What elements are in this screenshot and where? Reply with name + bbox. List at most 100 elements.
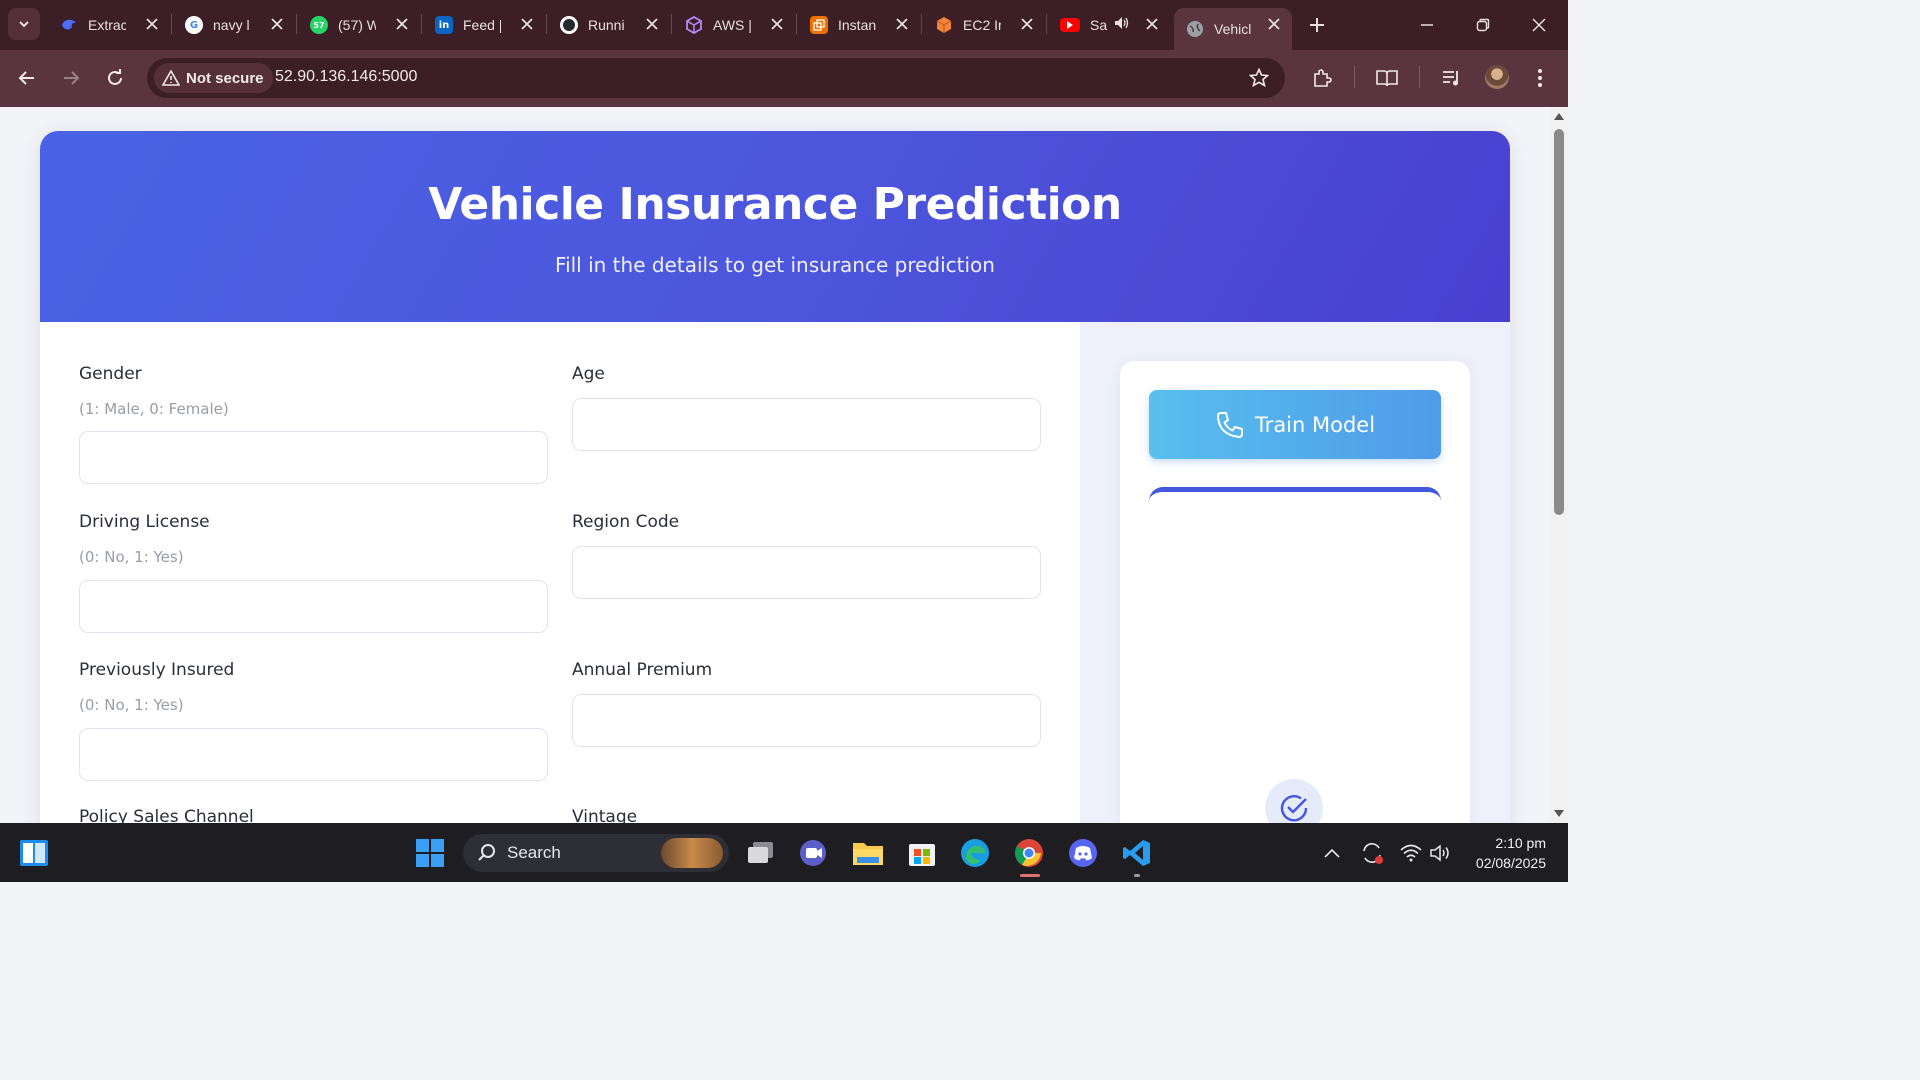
train-model-button[interactable]: Train Model xyxy=(1149,390,1441,459)
scroll-up-icon[interactable] xyxy=(1554,112,1564,120)
widgets-icon xyxy=(20,840,48,866)
warning-icon xyxy=(162,70,180,86)
ec2-box-icon xyxy=(935,16,953,34)
close-icon[interactable] xyxy=(1019,16,1035,32)
security-indicator[interactable]: Not secure xyxy=(154,63,273,93)
browser-tab-active[interactable]: Vehicl xyxy=(1174,8,1292,50)
task-view-button[interactable] xyxy=(743,835,779,871)
volume-button[interactable] xyxy=(1423,835,1459,871)
close-icon[interactable] xyxy=(894,16,910,32)
sync-icon xyxy=(1363,843,1383,864)
close-icon[interactable] xyxy=(1144,16,1160,32)
widgets-button[interactable] xyxy=(16,835,52,871)
gender-label: Gender xyxy=(79,364,142,384)
chrome-button[interactable] xyxy=(1011,835,1047,871)
vscode-open-indicator xyxy=(1134,874,1140,877)
book-icon xyxy=(1376,70,1398,87)
reading-mode-button[interactable] xyxy=(1371,62,1403,94)
chrome-icon xyxy=(1015,839,1043,867)
start-button[interactable] xyxy=(412,835,448,871)
discord-button[interactable] xyxy=(1065,835,1101,871)
sync-status-button[interactable] xyxy=(1354,835,1390,871)
age-input[interactable] xyxy=(572,398,1041,451)
minimize-button[interactable] xyxy=(1407,10,1447,40)
result-panel: Train Model xyxy=(1120,361,1470,823)
url-text[interactable]: 52.90.136.146:5000 xyxy=(275,68,417,86)
tab-title: Instan xyxy=(838,17,876,33)
phone-icon xyxy=(1216,411,1243,438)
browser-tab[interactable]: G navy l xyxy=(173,8,295,42)
gender-input[interactable] xyxy=(79,431,548,484)
driving-license-input[interactable] xyxy=(79,580,548,633)
file-explorer-button[interactable] xyxy=(850,835,886,871)
close-icon[interactable] xyxy=(394,16,410,32)
tab-title: Extrac xyxy=(88,17,126,33)
arrow-left-icon xyxy=(18,71,34,85)
vscode-button[interactable] xyxy=(1119,835,1155,871)
chevron-up-icon xyxy=(1324,848,1340,858)
close-icon[interactable] xyxy=(144,16,160,32)
clock-date: 02/08/2025 xyxy=(1475,855,1546,871)
tab-separator xyxy=(796,14,797,34)
forward-button[interactable] xyxy=(55,62,87,94)
gender-hint: (1: Male, 0: Female) xyxy=(79,400,229,418)
playlist-music-icon xyxy=(1443,71,1458,86)
teams-button[interactable] xyxy=(796,835,832,871)
profile-avatar[interactable] xyxy=(1485,65,1509,89)
browser-tab-bar: Extrac G navy l 57 (57) W in Feed | Runn… xyxy=(0,0,1568,50)
browser-tab[interactable]: Sa xyxy=(1048,8,1170,42)
close-icon[interactable] xyxy=(769,16,785,32)
tab-separator xyxy=(671,14,672,34)
system-clock[interactable]: 2:10 pm 02/08/2025 xyxy=(1476,833,1546,873)
browser-tab[interactable]: Instan xyxy=(798,8,920,42)
browser-tab[interactable]: in Feed | xyxy=(423,8,545,42)
browser-tab[interactable]: EC2 Ir xyxy=(923,8,1045,42)
browser-tab[interactable]: Extrac xyxy=(48,8,170,42)
tab-title: Sa xyxy=(1090,17,1108,33)
browser-tab[interactable]: 57 (57) W xyxy=(298,8,420,42)
deepseek-icon xyxy=(60,16,78,34)
driving-license-label: Driving License xyxy=(79,512,210,532)
browser-tab[interactable]: Runni xyxy=(548,8,670,42)
speaker-icon[interactable] xyxy=(1114,16,1130,34)
address-bar[interactable]: Not secure 52.90.136.146:5000 xyxy=(147,58,1285,98)
reload-button[interactable] xyxy=(99,62,131,94)
arrow-right-icon xyxy=(64,71,80,85)
tab-search-button[interactable] xyxy=(8,8,40,40)
annual-premium-label: Annual Premium xyxy=(572,660,713,680)
back-button[interactable] xyxy=(11,62,43,94)
youtube-icon xyxy=(1060,18,1080,32)
new-tab-button[interactable] xyxy=(1302,10,1332,40)
tab-title: AWS | xyxy=(713,17,751,33)
windows-taskbar: Search 2:10 pm 02/08/2025 xyxy=(0,823,1568,882)
reload-icon xyxy=(108,69,122,85)
annual-premium-input[interactable] xyxy=(572,694,1041,747)
result-status-badge xyxy=(1265,779,1323,823)
region-code-input[interactable] xyxy=(572,546,1041,599)
page-scrollbar[interactable] xyxy=(1550,107,1568,823)
media-controls-button[interactable] xyxy=(1436,62,1468,94)
store-icon xyxy=(909,844,935,866)
previously-insured-input[interactable] xyxy=(79,728,548,781)
browser-tab[interactable]: AWS | xyxy=(673,8,795,42)
policy-sales-channel-label: Policy Sales Channel xyxy=(79,807,254,823)
browser-menu-button[interactable] xyxy=(1524,62,1556,94)
restore-button[interactable] xyxy=(1463,10,1503,40)
globe-icon xyxy=(1186,20,1204,38)
close-icon[interactable] xyxy=(519,16,535,32)
edge-button[interactable] xyxy=(957,835,993,871)
ec2-icon xyxy=(810,16,828,34)
close-icon[interactable] xyxy=(269,16,285,32)
whatsapp-icon: 57 xyxy=(310,16,328,34)
close-icon[interactable] xyxy=(1266,16,1282,32)
extensions-button[interactable] xyxy=(1306,62,1338,94)
microsoft-store-button[interactable] xyxy=(904,835,940,871)
vscode-icon xyxy=(1123,840,1150,866)
scroll-thumb[interactable] xyxy=(1554,129,1564,515)
taskbar-search[interactable]: Search xyxy=(463,834,729,872)
bookmark-star-icon[interactable] xyxy=(1248,67,1270,92)
close-icon[interactable] xyxy=(644,16,660,32)
scroll-down-icon[interactable] xyxy=(1554,810,1564,818)
close-window-button[interactable] xyxy=(1519,10,1559,40)
show-hidden-icons-button[interactable] xyxy=(1314,835,1350,871)
